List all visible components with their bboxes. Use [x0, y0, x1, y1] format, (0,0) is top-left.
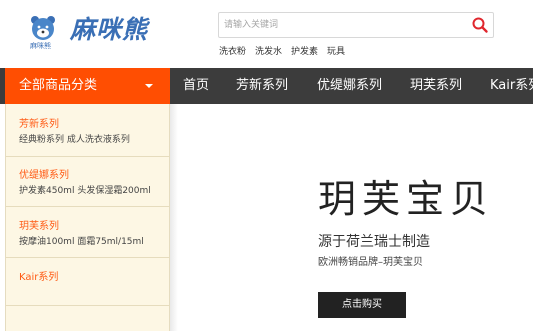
- all-categories-button[interactable]: 全部商品分类: [5, 68, 170, 104]
- hot-keyword-link[interactable]: 玩具: [327, 47, 345, 57]
- nav-item-kair[interactable]: Kair系列: [490, 68, 533, 104]
- nav-item-home[interactable]: 首页: [183, 68, 209, 104]
- banner-subtitle: 源于荷兰瑞士制造: [318, 234, 430, 250]
- category-sub-links: 经典粉系列 成人洗衣液系列: [19, 132, 130, 145]
- subcategory-link[interactable]: 头发保湿霜200ml: [77, 186, 150, 196]
- logo-caption: 麻咪熊: [30, 42, 51, 50]
- site-header: 麻咪熊 麻咪熊 洗衣粉洗发水护发素玩具: [0, 0, 533, 68]
- hot-keywords: 洗衣粉 洗发水 护发素 玩具: [219, 44, 354, 57]
- category-divider: [6, 156, 169, 157]
- banner-tagline: 欧洲畅销品牌–玥芙宝贝: [318, 257, 423, 268]
- main-nav: 全部商品分类 首页 芳新系列 优缇娜系列 玥芙系列 Kair系列: [0, 68, 533, 104]
- category-divider: [6, 206, 169, 207]
- nav-item-yuefu[interactable]: 玥芙系列: [410, 68, 462, 104]
- category-sub-links: 按摩油100ml 面霜75ml/15ml: [19, 234, 144, 247]
- nav-item-fangxin[interactable]: 芳新系列: [236, 68, 288, 104]
- brand-name[interactable]: 麻咪熊: [70, 10, 148, 46]
- category-sub-links: 护发素450ml 头发保湿霜200ml: [19, 183, 151, 196]
- caret-down-icon: [145, 84, 153, 88]
- category-sidebar: 芳新系列 经典粉系列 成人洗衣液系列 优缇娜系列 护发素450ml 头发保湿霜2…: [5, 104, 170, 331]
- subcategory-link[interactable]: 护发素450ml: [19, 186, 74, 196]
- subcategory-link[interactable]: 成人洗衣液系列: [67, 135, 130, 145]
- subcategory-link[interactable]: 按摩油100ml: [19, 237, 74, 247]
- hot-keyword-link[interactable]: 洗发水: [255, 47, 282, 57]
- category-divider: [6, 257, 169, 258]
- nav-item-youtina[interactable]: 优缇娜系列: [317, 68, 382, 104]
- search-box: [218, 12, 494, 38]
- category-title[interactable]: Kair系列: [19, 268, 58, 283]
- search-input[interactable]: [219, 13, 459, 37]
- hot-keyword-link[interactable]: 护发素: [291, 47, 318, 57]
- buy-now-button[interactable]: 点击购买: [318, 292, 406, 318]
- subcategory-link[interactable]: 经典粉系列: [19, 135, 64, 145]
- category-title[interactable]: 玥芙系列: [19, 217, 59, 232]
- category-title[interactable]: 优缇娜系列: [19, 166, 69, 181]
- banner-edge-shadow: [170, 104, 178, 331]
- search-icon[interactable]: [471, 16, 489, 34]
- subcategory-link[interactable]: 面霜75ml/15ml: [77, 237, 143, 247]
- banner-title: 玥芙宝贝: [318, 177, 495, 221]
- hot-keyword-link[interactable]: 洗衣粉: [219, 47, 246, 57]
- category-title[interactable]: 芳新系列: [19, 115, 59, 130]
- category-divider: [6, 305, 169, 306]
- all-categories-label: 全部商品分类: [19, 78, 98, 93]
